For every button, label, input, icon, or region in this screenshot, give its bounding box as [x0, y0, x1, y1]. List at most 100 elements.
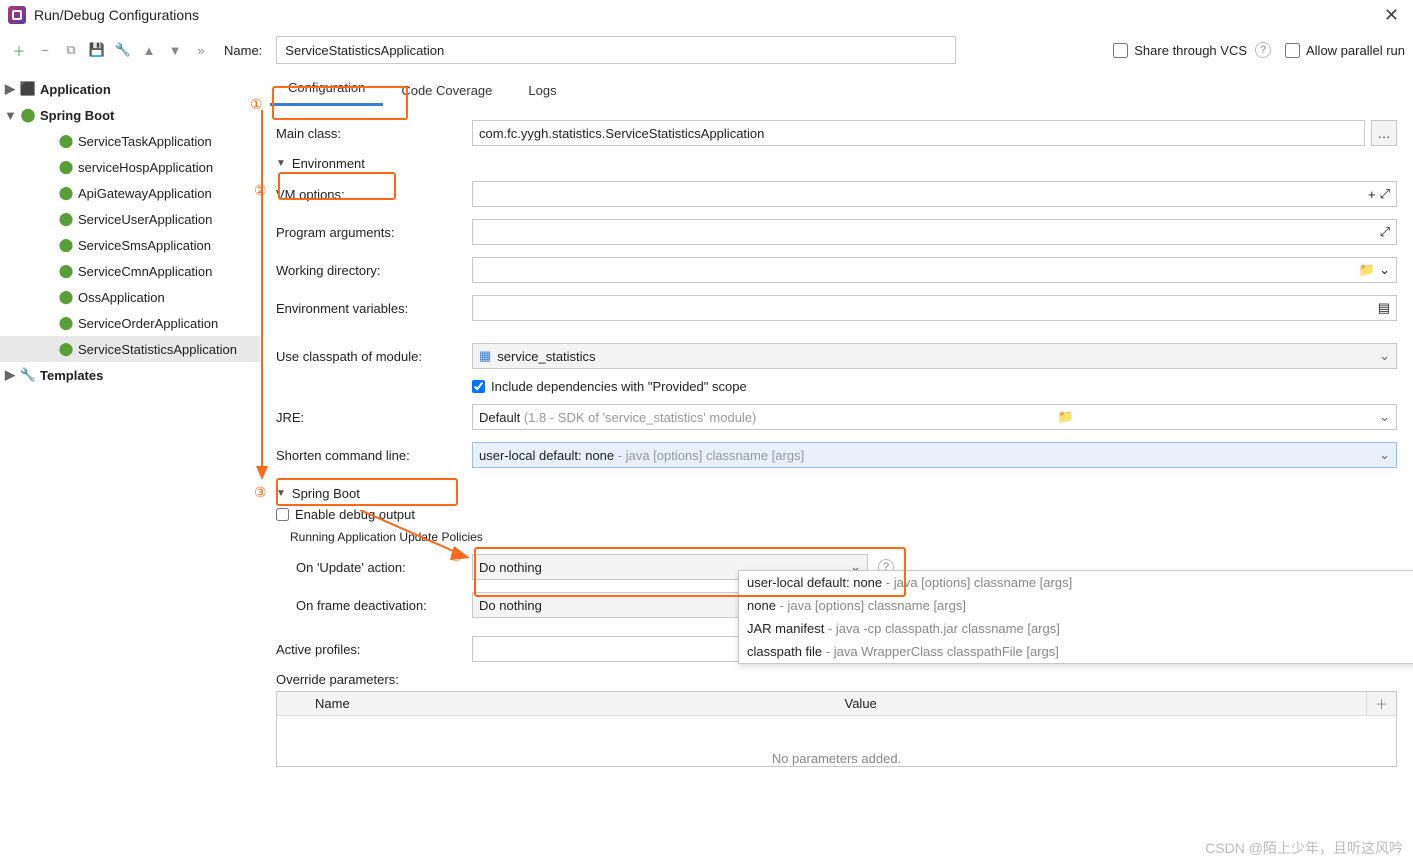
annotation-3: ③: [254, 484, 267, 501]
section-label: Environment: [292, 156, 365, 171]
tab-logs[interactable]: Logs: [510, 75, 574, 106]
browse-button[interactable]: …: [1371, 120, 1397, 146]
main-panel: Configuration Code Coverage Logs Main cl…: [260, 70, 1413, 864]
shorten-label: Shorten command line:: [276, 448, 472, 463]
toolbar: ＋ − ⧉ 💾 🔧 ▲ ▼ » Name: Share through VCS …: [0, 30, 1413, 70]
window-title: Run/Debug Configurations: [34, 7, 1378, 23]
spring-boot-icon: ⬤: [58, 289, 74, 305]
spring-boot-icon: ⬤: [58, 237, 74, 253]
expand-icon[interactable]: ⤢: [1380, 186, 1390, 202]
tree-item[interactable]: ⬤ServiceTaskApplication: [0, 128, 260, 154]
app-icon: [8, 6, 26, 24]
share-vcs-checkbox[interactable]: Share through VCS: [1113, 43, 1247, 58]
section-label: Spring Boot: [292, 486, 360, 501]
classpath-select[interactable]: ▦ service_statistics ⌄: [472, 343, 1397, 369]
active-profiles-label: Active profiles:: [276, 642, 472, 657]
chevron-down-icon: ⌄: [1379, 348, 1390, 364]
env-vars-field[interactable]: ▤: [472, 295, 1397, 321]
th-value[interactable]: Value: [837, 696, 1367, 711]
folder-icon[interactable]: 📁: [1058, 409, 1074, 425]
table-empty: No parameters added.: [277, 716, 1396, 766]
allow-parallel-label: Allow parallel run: [1306, 43, 1405, 58]
name-input[interactable]: [276, 36, 956, 64]
tabs: Configuration Code Coverage Logs: [270, 70, 1413, 106]
jre-label: JRE:: [276, 410, 472, 425]
program-args-label: Program arguments:: [276, 225, 472, 240]
application-icon: ⬛: [20, 81, 36, 97]
spring-boot-icon: ⬤: [58, 185, 74, 201]
tree-item[interactable]: ⬤serviceHospApplication: [0, 154, 260, 180]
tree-label: Templates: [40, 368, 103, 383]
up-button[interactable]: ▲: [138, 39, 160, 61]
spring-boot-icon: ⬤: [20, 107, 36, 123]
environment-section[interactable]: ▼ Environment: [276, 156, 1397, 171]
add-button[interactable]: ＋: [8, 39, 30, 61]
tree-item[interactable]: ⬤ServiceOrderApplication: [0, 310, 260, 336]
tree-item[interactable]: ⬤OssApplication: [0, 284, 260, 310]
shorten-dropdown[interactable]: user-local default: none - java [options…: [738, 570, 1413, 664]
tree-item[interactable]: ⬤ServiceSmsApplication: [0, 232, 260, 258]
tab-code-coverage[interactable]: Code Coverage: [383, 75, 510, 106]
shorten-select[interactable]: user-local default: none - java [options…: [472, 442, 1397, 468]
remove-button[interactable]: −: [34, 39, 56, 61]
plus-icon[interactable]: +: [1368, 187, 1376, 202]
help-icon[interactable]: ?: [1255, 42, 1271, 58]
share-vcs-box[interactable]: [1113, 43, 1128, 58]
tree-item[interactable]: ⬤ServiceUserApplication: [0, 206, 260, 232]
spring-boot-icon: ⬤: [58, 263, 74, 279]
save-button[interactable]: 💾: [86, 39, 108, 61]
spring-boot-icon: ⬤: [58, 133, 74, 149]
wrench-icon[interactable]: 🔧: [112, 39, 134, 61]
tree-item[interactable]: ⬤ServiceCmnApplication: [0, 258, 260, 284]
chevron-down-icon: ▼: [276, 488, 286, 499]
chevron-down-icon[interactable]: ▼: [4, 108, 16, 123]
dd-item[interactable]: classpath file - java WrapperClass class…: [739, 640, 1413, 663]
on-frame-label: On frame deactivation:: [296, 598, 472, 613]
chevron-right-icon[interactable]: ▶: [4, 367, 16, 383]
allow-parallel-box[interactable]: [1285, 43, 1300, 58]
classpath-label: Use classpath of module:: [276, 349, 472, 364]
program-args-field[interactable]: ⤢: [472, 219, 1397, 245]
dd-item[interactable]: none - java [options] classname [args]: [739, 594, 1413, 617]
titlebar: Run/Debug Configurations ✕: [0, 0, 1413, 30]
tree-templates[interactable]: ▶ 🔧 Templates: [0, 362, 260, 388]
spring-boot-icon: ⬤: [58, 211, 74, 227]
dd-item[interactable]: user-local default: none - java [options…: [739, 571, 1413, 594]
tree-application[interactable]: ▶ ⬛ Application: [0, 76, 260, 102]
working-dir-label: Working directory:: [276, 263, 472, 278]
tab-configuration[interactable]: Configuration: [270, 72, 383, 106]
th-name[interactable]: Name: [307, 696, 837, 711]
tree-label: Application: [40, 82, 111, 97]
folder-icon[interactable]: 📁: [1359, 262, 1375, 278]
add-row-button[interactable]: ＋: [1366, 692, 1396, 715]
down-button[interactable]: ▼: [164, 39, 186, 61]
watermark: CSDN @陌上少年，且听这风吟: [1205, 838, 1403, 858]
expand-icon[interactable]: ⤢: [1380, 224, 1390, 240]
name-label: Name:: [224, 43, 262, 58]
copy-button[interactable]: ⧉: [60, 39, 82, 61]
tree-item-selected[interactable]: ⬤ServiceStatisticsApplication: [0, 336, 260, 362]
main-class-field[interactable]: com.fc.yygh.statistics.ServiceStatistics…: [472, 120, 1365, 146]
springboot-section[interactable]: ▼ Spring Boot: [276, 486, 1397, 501]
vm-options-field[interactable]: +⤢: [472, 181, 1397, 207]
more-button[interactable]: »: [190, 39, 212, 61]
list-icon[interactable]: ▤: [1378, 300, 1390, 316]
override-params-label: Override parameters:: [276, 672, 1397, 687]
allow-parallel-checkbox[interactable]: Allow parallel run: [1285, 43, 1405, 58]
wrench-icon: 🔧: [20, 367, 36, 383]
dd-item[interactable]: JAR manifest - java -cp classpath.jar cl…: [739, 617, 1413, 640]
close-icon[interactable]: ✕: [1378, 5, 1405, 26]
tree-spring-boot[interactable]: ▼ ⬤ Spring Boot: [0, 102, 260, 128]
chevron-right-icon[interactable]: ▶: [4, 81, 16, 97]
chevron-down-icon: ⌄: [1379, 409, 1390, 425]
include-deps-label: Include dependencies with "Provided" sco…: [491, 379, 747, 394]
tree-item[interactable]: ⬤ApiGatewayApplication: [0, 180, 260, 206]
working-dir-field[interactable]: 📁⌄: [472, 257, 1397, 283]
enable-debug-checkbox[interactable]: [276, 508, 289, 521]
include-deps-checkbox[interactable]: [472, 380, 485, 393]
vm-options-label: VM options:: [276, 187, 472, 202]
chevron-down-icon[interactable]: ⌄: [1379, 262, 1390, 278]
env-vars-label: Environment variables:: [276, 301, 472, 316]
module-icon: ▦: [479, 348, 491, 364]
jre-select[interactable]: Default (1.8 - SDK of 'service_statistic…: [472, 404, 1397, 430]
